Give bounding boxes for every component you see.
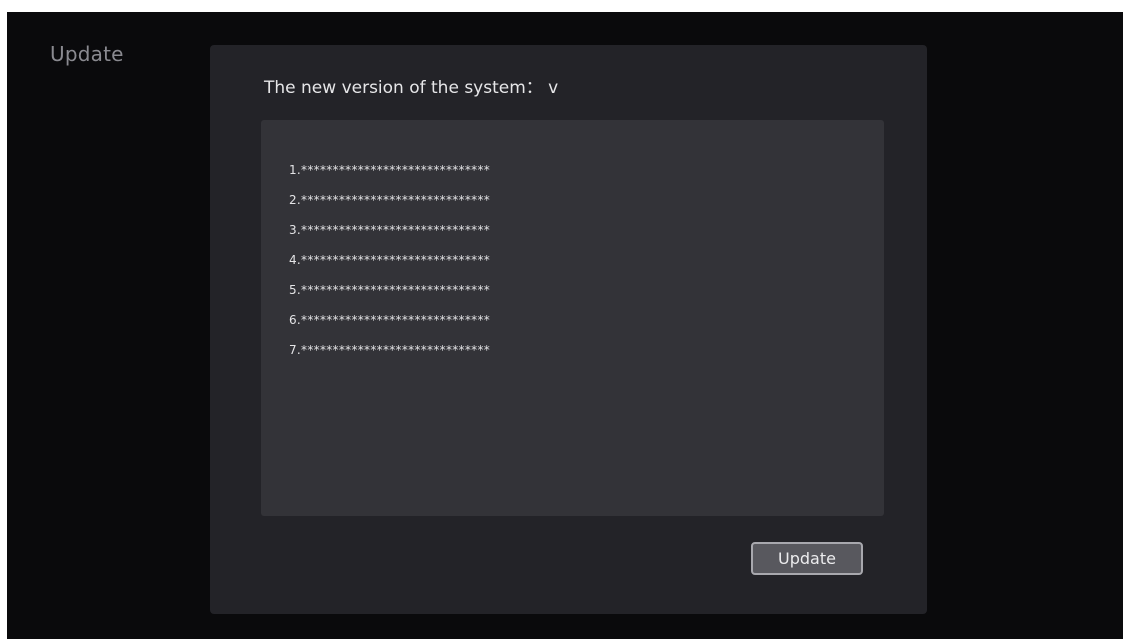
release-note-item: 7.****************************** bbox=[289, 343, 491, 357]
release-note-item: 5.****************************** bbox=[289, 283, 491, 297]
update-dialog: The new version of the system： v 1.*****… bbox=[210, 45, 927, 614]
release-note-item: 6.****************************** bbox=[289, 313, 491, 327]
release-notes-list: 1.****************************** 2.*****… bbox=[289, 163, 490, 373]
release-note-item: 1.****************************** bbox=[289, 163, 491, 177]
version-label: The new version of the system： v bbox=[264, 78, 559, 98]
tv-screen: Update The new version of the system： v … bbox=[7, 12, 1123, 639]
page-title: Update bbox=[50, 42, 124, 66]
release-note-item: 3.****************************** bbox=[289, 223, 491, 237]
release-notes-panel: 1.****************************** 2.*****… bbox=[261, 120, 884, 516]
release-note-item: 4.****************************** bbox=[289, 253, 491, 267]
release-note-item: 2.****************************** bbox=[289, 193, 491, 207]
update-button[interactable]: Update bbox=[751, 542, 863, 575]
